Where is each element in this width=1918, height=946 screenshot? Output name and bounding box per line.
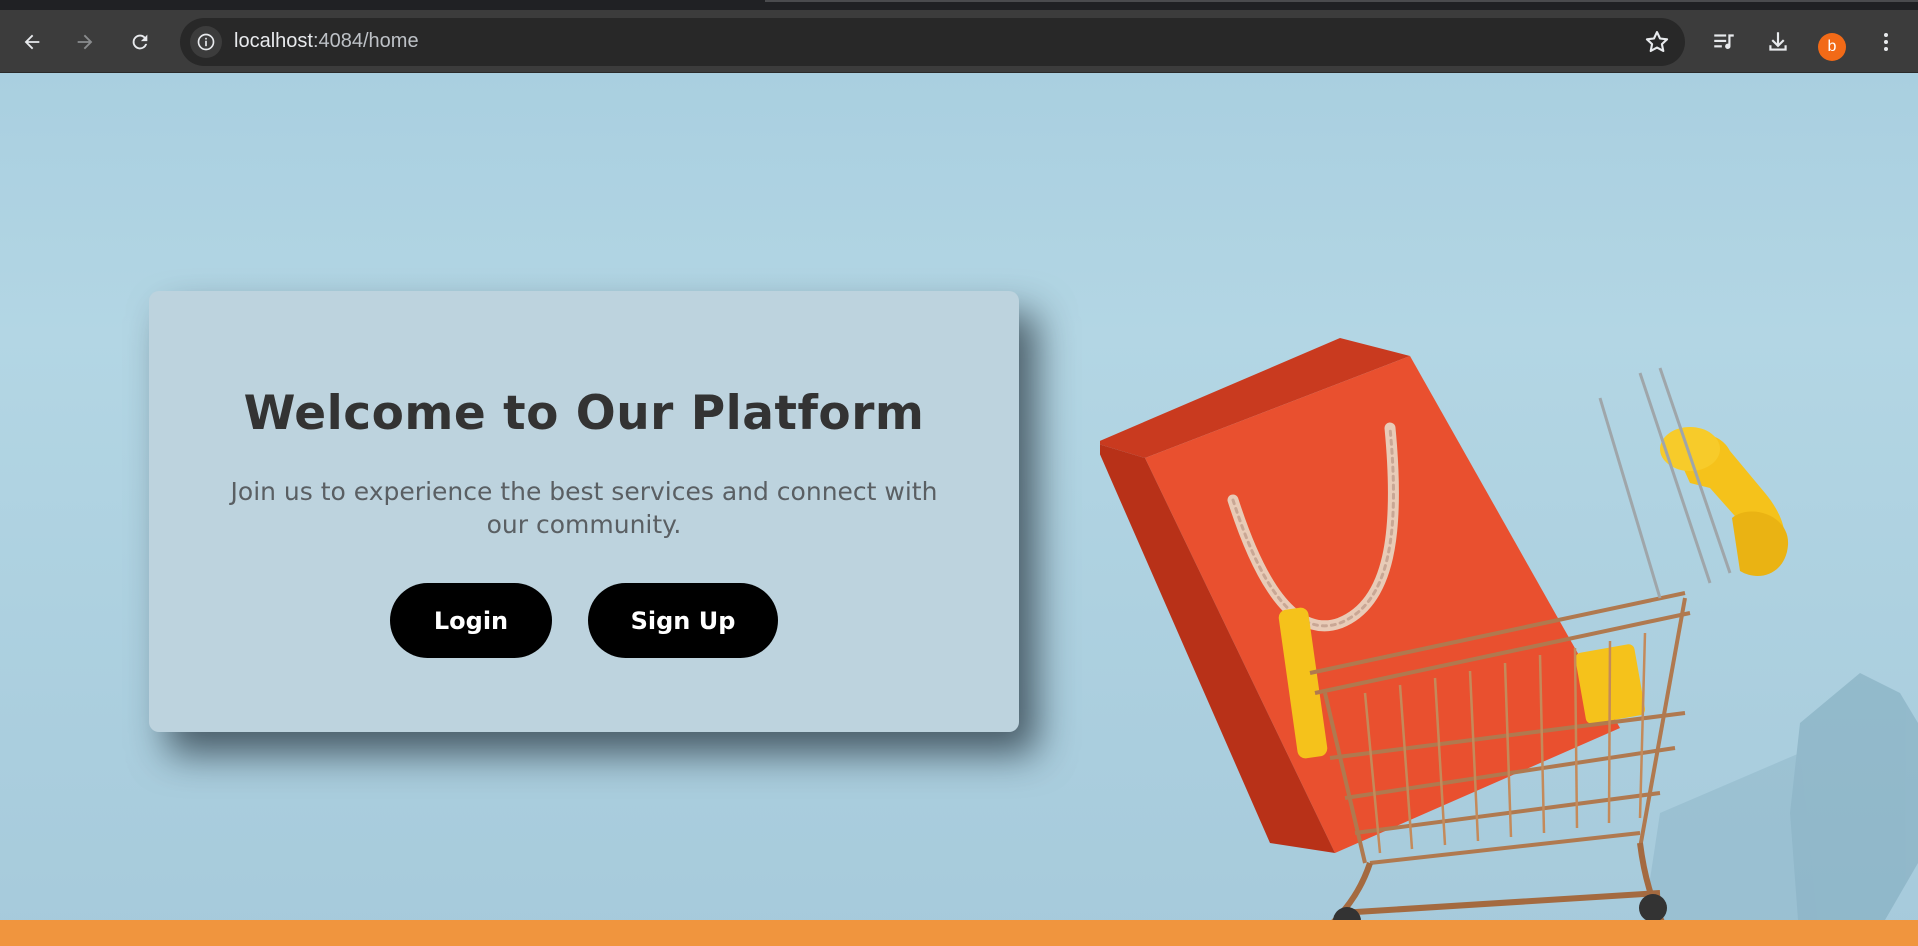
address-bar[interactable]: localhost:4084/home — [180, 18, 1685, 66]
reload-button[interactable] — [122, 24, 158, 60]
page-viewport: Welcome to Our Platform Join us to exper… — [0, 73, 1918, 946]
page-title: Welcome to Our Platform — [243, 386, 925, 441]
url-host: localhost — [234, 30, 313, 52]
forward-button[interactable] — [67, 24, 103, 60]
download-icon — [1769, 32, 1787, 51]
tab-strip — [0, 0, 1918, 10]
url-path: :4084/home — [312, 30, 419, 52]
tab-indicator — [765, 0, 1918, 2]
shopping-cart-illustration — [1100, 338, 1918, 946]
browser-chrome: localhost:4084/home b — [0, 0, 1918, 73]
profile-avatar[interactable]: b — [1818, 33, 1846, 61]
media-queue-button[interactable] — [1706, 24, 1742, 60]
browser-toolbar: localhost:4084/home b — [0, 10, 1918, 73]
site-info-button[interactable] — [190, 26, 222, 58]
url-text[interactable]: localhost:4084/home — [234, 30, 419, 53]
back-button[interactable] — [14, 24, 50, 60]
more-menu-button[interactable] — [1868, 24, 1904, 60]
more-vert-icon — [1884, 33, 1888, 51]
welcome-subtitle: Join us to experience the best services … — [230, 477, 938, 539]
media-queue-icon — [1714, 34, 1734, 50]
reload-icon — [132, 34, 148, 50]
bookmark-star-icon[interactable] — [1643, 28, 1671, 56]
login-button[interactable]: Login — [390, 583, 552, 658]
downloads-button[interactable] — [1760, 24, 1796, 60]
forward-arrow-icon — [77, 34, 93, 50]
back-arrow-icon — [24, 34, 40, 50]
site-info-icon — [197, 33, 215, 51]
signup-button[interactable]: Sign Up — [588, 583, 778, 658]
welcome-card: Welcome to Our Platform Join us to exper… — [149, 291, 1019, 732]
floor-strip — [0, 920, 1918, 946]
